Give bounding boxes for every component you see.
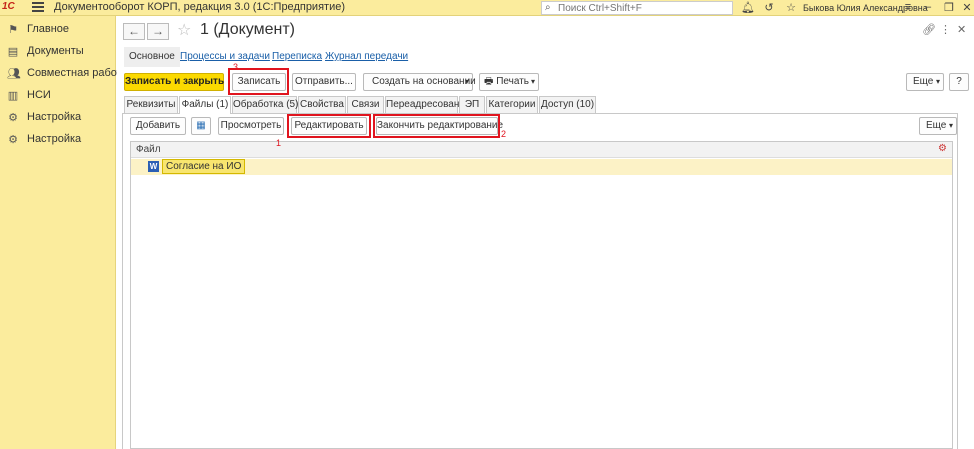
sidebar-item-collaboration[interactable]: 👥︎ Совместная работа xyxy=(0,63,128,83)
tab-main[interactable]: Основное xyxy=(124,47,180,67)
star-icon[interactable]: ☆ xyxy=(784,1,798,14)
tab-categories[interactable]: Категории xyxy=(486,96,538,113)
highlight-edit xyxy=(287,114,371,138)
tab-access[interactable]: Доступ (10) xyxy=(539,96,596,113)
tab-requisites[interactable]: Реквизиты xyxy=(124,96,178,113)
sidebar: ⚑ Главное ▤ Документы 👥︎ Совместная рабо… xyxy=(0,16,128,449)
sidebar-item-label: НСИ xyxy=(27,89,51,101)
link-icon[interactable]: 🔗︎ xyxy=(922,23,936,36)
print-button[interactable]: 🖶︎ Печать ▾ xyxy=(479,73,539,91)
sidebar-item-label: Главное xyxy=(27,23,70,35)
annotation-number-3: 3 xyxy=(233,62,239,72)
highlight-save xyxy=(228,68,289,95)
forward-button[interactable]: → xyxy=(147,23,169,40)
sidebar-item-documents[interactable]: ▤ Документы xyxy=(0,41,116,61)
bell-icon[interactable]: 🔔︎ xyxy=(741,1,755,14)
files-table: Файл ⚙ W Согласие на ИО xyxy=(130,141,953,449)
column-settings-icon[interactable]: ⚙ xyxy=(938,143,947,154)
gear-icon: ⚙ xyxy=(8,112,18,124)
more-button[interactable]: Еще ▾ xyxy=(906,73,944,91)
table-header: Файл ⚙ xyxy=(131,142,952,158)
save-and-close-button[interactable]: Записать и закрыть xyxy=(124,73,224,91)
menu-icon[interactable] xyxy=(32,2,44,13)
tab-files[interactable]: Файлы (1) xyxy=(179,96,231,114)
settings-menu-icon[interactable]: ≡ xyxy=(901,1,915,13)
view-button[interactable]: Просмотреть xyxy=(218,117,284,135)
tab-processing[interactable]: Обработка (5) xyxy=(232,96,298,113)
main-area: ← → ☆ 1 (Документ) 🔗︎ ⋮ ✕ Основное Проце… xyxy=(117,16,974,449)
sidebar-item-settings-2[interactable]: ⚙ Настройка xyxy=(0,129,116,149)
add-file-button[interactable]: Добавить xyxy=(130,117,186,135)
chevron-down-icon: ▾ xyxy=(530,77,535,86)
search-box[interactable]: ⌕ xyxy=(541,1,733,15)
annotation-number-2: 2 xyxy=(501,129,507,139)
word-file-icon: W xyxy=(148,161,159,172)
create-based-label: Создать на основании xyxy=(372,76,476,87)
tab-links[interactable]: Связи xyxy=(347,96,384,113)
favorite-star-icon[interactable]: ☆ xyxy=(177,20,191,40)
back-button[interactable]: ← xyxy=(123,23,145,40)
table-row[interactable]: W Согласие на ИО xyxy=(131,159,952,175)
title-bar: 1С Документооборот КОРП, редакция 3.0 (1… xyxy=(0,0,974,16)
create-based-button[interactable]: Создать на основании ▾ xyxy=(363,73,476,91)
sidebar-item-label: Настройка xyxy=(27,111,82,123)
page-title: 1 (Документ) xyxy=(200,21,295,38)
chevron-down-icon: ▾ xyxy=(464,77,469,86)
chevron-down-icon: ▾ xyxy=(935,77,940,86)
search-input[interactable] xyxy=(558,2,730,14)
scan-button[interactable]: ▦ xyxy=(191,117,211,135)
app-title: Документооборот КОРП, редакция 3.0 (1С:П… xyxy=(54,1,345,13)
gear-icon: ⚙ xyxy=(8,134,18,146)
tab-signature[interactable]: ЭП xyxy=(459,96,485,113)
document-icon: ▤ xyxy=(7,46,19,58)
sidebar-item-main[interactable]: ⚑ Главное xyxy=(0,19,116,39)
maximize-icon[interactable]: ❐ xyxy=(942,1,956,14)
history-icon[interactable]: ↺ xyxy=(762,1,776,14)
printer-icon: 🖶︎ xyxy=(484,76,494,87)
more-menu-icon[interactable]: ⋮ xyxy=(940,23,951,36)
more-label: Еще xyxy=(926,120,947,131)
print-label: Печать xyxy=(496,76,529,87)
tab-processes[interactable]: Процессы и задачи xyxy=(180,47,270,67)
column-header-file[interactable]: Файл xyxy=(136,144,161,155)
search-icon: ⌕ xyxy=(545,2,551,13)
close-form-icon[interactable]: ✕ xyxy=(957,23,966,36)
annotation-number-1: 1 xyxy=(276,138,282,148)
more-label: Еще xyxy=(913,76,934,87)
chevron-down-icon: ▾ xyxy=(948,121,953,130)
files-more-button[interactable]: Еще ▾ xyxy=(919,117,957,135)
tab-transfer-log[interactable]: Журнал передачи xyxy=(325,47,408,67)
highlight-finish-edit xyxy=(373,114,500,138)
tab-redirected[interactable]: Переадресован xyxy=(385,96,459,113)
flag-icon: ⚑ xyxy=(8,24,18,36)
file-name[interactable]: Согласие на ИО xyxy=(162,159,246,174)
sidebar-item-nsi[interactable]: ▥ НСИ xyxy=(0,85,116,105)
help-button[interactable]: ? xyxy=(949,73,969,91)
sidebar-item-label: Документы xyxy=(27,45,84,57)
sidebar-item-settings[interactable]: ⚙ Настройка xyxy=(0,107,116,127)
minimize-icon[interactable]: – xyxy=(921,1,935,13)
people-icon: 👥︎ xyxy=(7,68,21,80)
send-button[interactable]: Отправить... xyxy=(292,73,356,91)
tab-properties[interactable]: Свойства xyxy=(298,96,346,113)
book-icon: ▥ xyxy=(7,90,19,102)
close-icon[interactable]: ✕ xyxy=(960,1,974,14)
sidebar-item-label: Совместная работа xyxy=(27,67,128,79)
scanner-icon: ▦ xyxy=(196,120,206,131)
sidebar-item-label: Настройка xyxy=(27,133,82,145)
tab-correspondence[interactable]: Переписка xyxy=(272,47,322,67)
app-logo: 1С xyxy=(2,1,15,12)
